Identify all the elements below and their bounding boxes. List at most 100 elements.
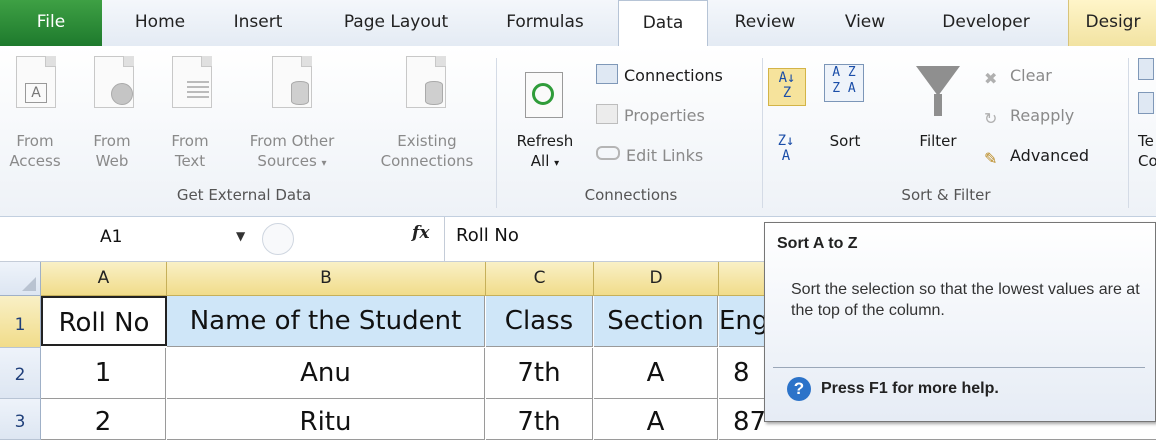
- from-text-label-1: From: [171, 132, 209, 150]
- cell-a1[interactable]: Roll No: [41, 296, 167, 346]
- formula-bar-resize-handle[interactable]: [262, 223, 294, 255]
- row-header-3[interactable]: 3: [0, 399, 41, 440]
- filter-button[interactable]: Filter: [900, 52, 976, 182]
- cell-b1[interactable]: Name of the Student: [167, 296, 485, 347]
- tab-formulas[interactable]: Formulas: [490, 0, 600, 46]
- from-other-sources-button[interactable]: From Other Sources ▾: [228, 52, 356, 182]
- reapply-label: Reapply: [1010, 106, 1075, 125]
- tab-review[interactable]: Review: [722, 0, 808, 46]
- tab-home[interactable]: Home: [120, 0, 200, 46]
- funnel-icon: [916, 66, 960, 96]
- refresh-all-button[interactable]: Refresh All ▾: [505, 52, 585, 182]
- from-access-label-1: From: [16, 132, 54, 150]
- dropdown-arrow-icon: ▾: [554, 158, 560, 169]
- edit-links-button[interactable]: Edit Links: [596, 146, 703, 165]
- name-box[interactable]: A1 ▼: [0, 221, 260, 255]
- reapply-icon: ↻: [984, 109, 998, 128]
- column-header-c[interactable]: C: [486, 262, 594, 296]
- column-header-b[interactable]: B: [167, 262, 486, 296]
- existing-connections-icon: [406, 56, 446, 108]
- cell-b3[interactable]: Ritu: [167, 399, 485, 440]
- remove-duplicates-icon: [1138, 92, 1154, 114]
- properties-label: Properties: [624, 106, 705, 125]
- tooltip-divider: [773, 367, 1145, 368]
- sort-descending-icon: Z↓ A: [777, 133, 795, 164]
- row-header-1[interactable]: 1: [0, 296, 41, 348]
- connections-icon: [596, 64, 618, 84]
- tab-data[interactable]: Data: [618, 0, 708, 48]
- ribbon: A From Access From Web From Text From Ot…: [0, 46, 1156, 217]
- filter-label: Filter: [919, 132, 957, 150]
- group-label-connections: Connections: [584, 186, 678, 204]
- group-label-get-external-data: Get External Data: [176, 186, 312, 204]
- tab-view[interactable]: View: [830, 0, 900, 46]
- sort-a-to-z-button[interactable]: A↓ Z: [768, 68, 806, 106]
- from-access-button[interactable]: A From Access: [0, 52, 70, 182]
- refresh-label-2: All ▾: [530, 152, 560, 170]
- from-text-button[interactable]: From Text: [160, 52, 220, 182]
- from-web-label-2: Web: [95, 152, 129, 170]
- sort-z-to-a-button[interactable]: Z↓ A: [768, 132, 804, 168]
- clear-label: Clear: [1010, 66, 1052, 85]
- existing-connections-label-2: Connections: [380, 152, 474, 170]
- cell-d1[interactable]: Section: [594, 296, 718, 347]
- reapply-button[interactable]: ↻ Reapply: [984, 106, 1075, 128]
- tab-design[interactable]: Desigr: [1068, 0, 1156, 46]
- cell-b2[interactable]: Anu: [167, 348, 485, 399]
- cell-a2[interactable]: 1: [41, 348, 166, 399]
- column-header-d[interactable]: D: [594, 262, 719, 296]
- edit-links-label: Edit Links: [626, 146, 704, 165]
- tab-page-layout[interactable]: Page Layout: [326, 0, 466, 46]
- chain-link-icon: [596, 146, 620, 160]
- cell-c1[interactable]: Class: [486, 296, 593, 347]
- connections-button[interactable]: Connections: [596, 64, 723, 85]
- existing-connections-button[interactable]: Existing Connections: [366, 52, 488, 182]
- refresh-label-1: Refresh: [516, 132, 574, 150]
- sort-button[interactable]: A ZZ A Sort: [810, 52, 880, 182]
- tab-developer[interactable]: Developer: [920, 0, 1052, 46]
- from-text-label-2: Text: [174, 152, 206, 170]
- cell-c3[interactable]: 7th: [486, 399, 593, 440]
- chevron-down-icon[interactable]: ▼: [236, 229, 245, 243]
- properties-icon: [596, 104, 618, 124]
- cell-d2[interactable]: A: [594, 348, 718, 399]
- cell-d3[interactable]: A: [594, 399, 718, 440]
- properties-button[interactable]: Properties: [596, 104, 705, 125]
- sort-dialog-icon: A ZZ A: [824, 64, 864, 102]
- tab-insert[interactable]: Insert: [218, 0, 298, 46]
- insert-function-icon[interactable]: fx: [412, 223, 429, 243]
- formula-input[interactable]: Roll No: [456, 225, 519, 246]
- connections-label: Connections: [624, 66, 723, 85]
- group-separator: [1128, 58, 1129, 208]
- group-separator: [496, 58, 497, 208]
- text-to-columns-button[interactable]: Te Co: [1134, 52, 1156, 182]
- text-to-columns-label-1: Te: [1138, 132, 1154, 150]
- select-all-corner[interactable]: [0, 262, 41, 296]
- from-web-label-1: From: [93, 132, 131, 150]
- cell-c2[interactable]: 7th: [486, 348, 593, 399]
- from-web-button[interactable]: From Web: [82, 52, 142, 182]
- advanced-filter-icon: ✎: [984, 149, 998, 168]
- formula-divider: [444, 217, 445, 261]
- cell-a3[interactable]: 2: [41, 399, 166, 440]
- row-header-2[interactable]: 2: [0, 348, 41, 399]
- sort-label: Sort: [829, 132, 861, 150]
- clear-button[interactable]: ✖ Clear: [984, 66, 1052, 88]
- ribbon-tab-bar: File Home Insert Page Layout Formulas Da…: [0, 0, 1156, 48]
- tooltip-body: Sort the selection so that the lowest va…: [791, 281, 1140, 319]
- name-box-value: A1: [100, 227, 123, 247]
- text-to-columns-icon: [1138, 58, 1154, 80]
- tooltip-help-text: Press F1 for more help.: [821, 380, 999, 397]
- group-label-sort-filter: Sort & Filter: [901, 186, 991, 204]
- text-document-icon: [172, 56, 212, 108]
- help-icon: ?: [787, 377, 811, 401]
- group-separator: [762, 58, 763, 208]
- tab-file[interactable]: File: [0, 0, 102, 46]
- from-other-sources-label-1: From Other: [249, 132, 335, 150]
- column-header-a[interactable]: A: [41, 262, 167, 296]
- text-to-columns-label-2: Co: [1138, 152, 1156, 170]
- from-other-sources-label-2: Sources ▾: [257, 152, 327, 170]
- sort-ascending-icon: A↓ Z: [778, 70, 796, 101]
- advanced-button[interactable]: ✎ Advanced: [984, 146, 1089, 168]
- refresh-icon: [525, 72, 563, 118]
